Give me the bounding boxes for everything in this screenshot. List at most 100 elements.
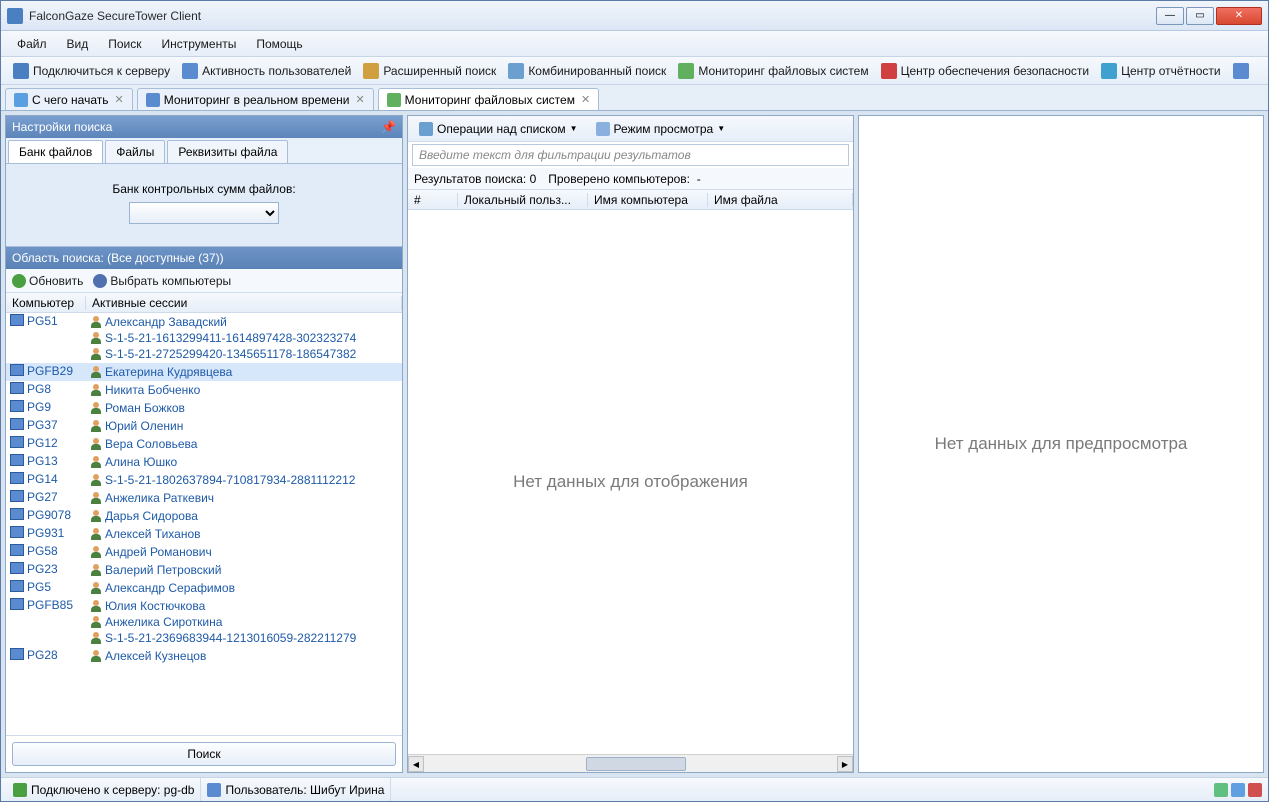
menu-tools[interactable]: Инструменты <box>152 34 247 54</box>
bank-select[interactable] <box>129 202 279 224</box>
tab-close-icon[interactable]: ✕ <box>355 93 364 106</box>
refresh-link[interactable]: Обновить <box>12 274 83 288</box>
toolbar-0[interactable]: Подключиться к серверу <box>7 61 176 81</box>
document-tab-0[interactable]: С чего начать✕ <box>5 88 133 110</box>
app-icon <box>7 8 23 24</box>
sessions-cell: Никита Бобченко <box>86 381 402 399</box>
user-icon <box>90 348 102 360</box>
computer-row[interactable]: PG13Алина Юшко <box>6 453 402 471</box>
col-computer[interactable]: Компьютер <box>6 296 86 310</box>
session-line[interactable]: Юлия Костючкова <box>90 598 398 614</box>
computer-row[interactable]: PG9Роман Божков <box>6 399 402 417</box>
computer-cell: PG58 <box>6 543 86 561</box>
session-line[interactable]: S-1-5-21-2369683944-1213016059-282211279 <box>90 630 398 646</box>
maximize-button[interactable]: ▭ <box>1186 7 1214 25</box>
menu-help[interactable]: Помощь <box>246 34 312 54</box>
session-line[interactable]: Юрий Оленин <box>90 418 398 434</box>
session-name: Юрий Оленин <box>105 419 183 433</box>
session-line[interactable]: S-1-5-21-2725299420-1345651178-186547382 <box>90 346 398 362</box>
menu-bar: Файл Вид Поиск Инструменты Помощь <box>1 31 1268 57</box>
status-icon-3[interactable] <box>1248 783 1262 797</box>
computer-row[interactable]: PG51Александр ЗавадскийS-1-5-21-16132994… <box>6 313 402 363</box>
horizontal-scrollbar[interactable]: ◀ ▶ <box>408 754 853 772</box>
computer-row[interactable]: PGFB29Екатерина Кудрявцева <box>6 363 402 381</box>
computer-row[interactable]: PG931Алексей Тиханов <box>6 525 402 543</box>
toolbar-6[interactable]: Центр отчётности <box>1095 61 1227 81</box>
session-line[interactable]: Валерий Петровский <box>90 562 398 578</box>
col-sessions[interactable]: Активные сессии <box>86 296 402 310</box>
filter-placeholder: Введите текст для фильтрации результатов <box>419 148 691 162</box>
toolbar-2[interactable]: Расширенный поиск <box>357 61 502 81</box>
computer-row[interactable]: PG23Валерий Петровский <box>6 561 402 579</box>
session-line[interactable]: Дарья Сидорова <box>90 508 398 524</box>
tab-bank[interactable]: Банк файлов <box>8 140 103 163</box>
scroll-right-arrow[interactable]: ▶ <box>837 756 853 772</box>
checked-count: Проверено компьютеров: - <box>548 172 700 186</box>
minimize-button[interactable]: — <box>1156 7 1184 25</box>
view-mode-dropdown[interactable]: Режим просмотра ▼ <box>589 119 733 139</box>
sessions-cell: Екатерина Кудрявцева <box>86 363 402 381</box>
session-line[interactable]: Алина Юшко <box>90 454 398 470</box>
session-line[interactable]: Александр Завадский <box>90 314 398 330</box>
session-line[interactable]: Никита Бобченко <box>90 382 398 398</box>
toolbar-1[interactable]: Активность пользователей <box>176 61 357 81</box>
document-tab-2[interactable]: Мониторинг файловых систем✕ <box>378 88 600 110</box>
pc-icon <box>10 526 24 538</box>
toolbar-more[interactable] <box>1227 61 1259 81</box>
computer-row[interactable]: PG58 Андрей Романович <box>6 543 402 561</box>
computer-row[interactable]: PG37Юрий Оленин <box>6 417 402 435</box>
search-button[interactable]: Поиск <box>12 742 396 766</box>
list-operations-dropdown[interactable]: Операции над списком ▼ <box>412 119 585 139</box>
tab-close-icon[interactable]: ✕ <box>581 93 590 106</box>
computer-name: PG58 <box>27 544 58 558</box>
computer-row[interactable]: PG5Александр Серафимов <box>6 579 402 597</box>
col-local-user[interactable]: Локальный польз... <box>458 193 588 207</box>
toolbar-3[interactable]: Комбинированный поиск <box>502 61 672 81</box>
toolbar-4[interactable]: Мониторинг файловых систем <box>672 61 874 81</box>
col-filename[interactable]: Имя файла <box>708 193 853 207</box>
computer-cell: PGFB85 <box>6 597 86 647</box>
session-line[interactable]: S-1-5-21-1613299411-1614897428-302323274 <box>90 330 398 346</box>
status-icon-2[interactable] <box>1231 783 1245 797</box>
session-line[interactable]: S-1-5-21-1802637894-710817934-2881112212 <box>90 472 398 488</box>
col-host[interactable]: Имя компьютера <box>588 193 708 207</box>
computer-list[interactable]: PG51Александр ЗавадскийS-1-5-21-16132994… <box>6 313 402 735</box>
tab-files[interactable]: Файлы <box>105 140 165 163</box>
computer-row[interactable]: PGFB85Юлия КостючковаАнжелика СироткинаS… <box>6 597 402 647</box>
pin-icon[interactable]: 📌 <box>381 120 396 134</box>
session-line[interactable]: Анжелика Раткевич <box>90 490 398 506</box>
session-line[interactable]: Роман Божков <box>90 400 398 416</box>
computer-row[interactable]: PG9078Дарья Сидорова <box>6 507 402 525</box>
session-line[interactable]: Алексей Тиханов <box>90 526 398 542</box>
scroll-thumb[interactable] <box>586 757 686 771</box>
sessions-cell: Роман Божков <box>86 399 402 417</box>
select-computers-link[interactable]: Выбрать компьютеры <box>93 274 231 288</box>
status-icon-1[interactable] <box>1214 783 1228 797</box>
session-line[interactable]: Андрей Романович <box>90 544 398 560</box>
tab-props[interactable]: Реквизиты файла <box>167 140 288 163</box>
scroll-left-arrow[interactable]: ◀ <box>408 756 424 772</box>
document-tab-1[interactable]: Мониторинг в реальном времени✕ <box>137 88 374 110</box>
session-line[interactable]: Екатерина Кудрявцева <box>90 364 398 380</box>
tab-close-icon[interactable]: ✕ <box>115 93 124 106</box>
toolbar-icon <box>678 63 694 79</box>
computer-row[interactable]: PG27Анжелика Раткевич <box>6 489 402 507</box>
results-count: Результатов поиска: 0 <box>414 172 536 186</box>
session-line[interactable]: Алексей Кузнецов <box>90 648 398 664</box>
filter-input[interactable]: Введите текст для фильтрации результатов <box>412 144 849 166</box>
session-line[interactable]: Александр Серафимов <box>90 580 398 596</box>
menu-search[interactable]: Поиск <box>98 34 151 54</box>
toolbar-5[interactable]: Центр обеспечения безопасности <box>875 61 1096 81</box>
computer-row[interactable]: PG8Никита Бобченко <box>6 381 402 399</box>
computer-row[interactable]: PG14S-1-5-21-1802637894-710817934-288111… <box>6 471 402 489</box>
menu-view[interactable]: Вид <box>57 34 99 54</box>
menu-file[interactable]: Файл <box>7 34 57 54</box>
session-name: S-1-5-21-1802637894-710817934-2881112212 <box>105 473 355 487</box>
session-line[interactable]: Вера Соловьева <box>90 436 398 452</box>
col-number[interactable]: # <box>408 193 458 207</box>
toolbar-icon <box>13 63 29 79</box>
session-line[interactable]: Анжелика Сироткина <box>90 614 398 630</box>
computer-row[interactable]: PG12Вера Соловьева <box>6 435 402 453</box>
close-button[interactable]: ✕ <box>1216 7 1262 25</box>
computer-row[interactable]: PG28Алексей Кузнецов <box>6 647 402 665</box>
